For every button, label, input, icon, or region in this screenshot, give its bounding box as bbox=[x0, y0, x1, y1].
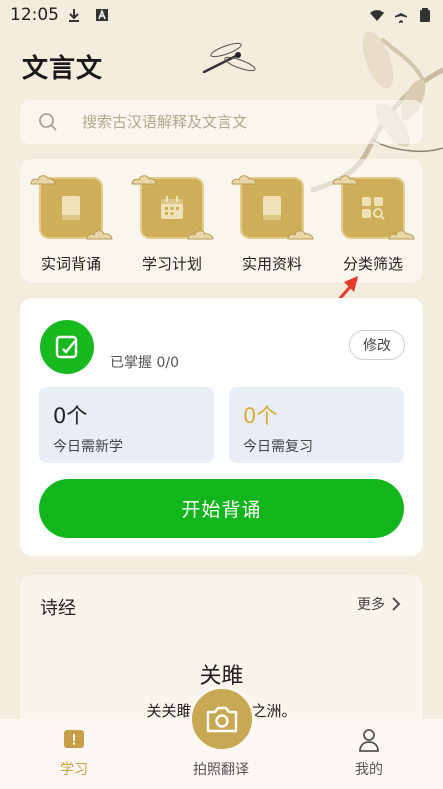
tab-photo-translate[interactable]: 拍照翻译 bbox=[181, 759, 261, 779]
cloud-decoration-icon bbox=[332, 175, 358, 185]
poem-section-title: 诗经 bbox=[40, 598, 76, 619]
new-words-stat[interactable]: 0个 今日需新学 bbox=[39, 387, 214, 463]
category-filter[interactable]: 分类筛选 bbox=[328, 175, 418, 274]
cloud-decoration-icon bbox=[231, 175, 257, 185]
category-panel: 实词背诵 学习计划 实用资料 分类筛选 bbox=[20, 159, 423, 283]
wifi-icon bbox=[370, 10, 384, 21]
new-label: 今日需新学 bbox=[53, 439, 123, 455]
book-icon bbox=[263, 196, 281, 220]
category-tile bbox=[332, 175, 415, 240]
airplane-icon bbox=[395, 8, 407, 23]
person-icon bbox=[359, 729, 379, 752]
calendar-icon bbox=[161, 196, 183, 219]
page-title: 文言文 bbox=[22, 54, 104, 84]
new-count: 0个 bbox=[53, 404, 88, 428]
review-label: 今日需复习 bbox=[243, 439, 313, 455]
search-icon bbox=[39, 113, 57, 131]
cloud-decoration-icon bbox=[30, 175, 56, 185]
category-label: 分类筛选 bbox=[342, 255, 403, 273]
review-count: 0个 bbox=[243, 404, 278, 428]
cloud-decoration-icon bbox=[287, 230, 314, 240]
mastered-count: 已掌握 0/0 bbox=[110, 355, 179, 371]
tab-mine[interactable]: 我的 bbox=[329, 727, 409, 779]
tab-study[interactable]: 学习 bbox=[34, 727, 114, 779]
edit-button[interactable]: 修改 bbox=[349, 330, 405, 360]
category-label: 学习计划 bbox=[141, 255, 202, 273]
tab-label: 拍照翻译 bbox=[193, 762, 249, 778]
book-icon bbox=[62, 196, 80, 220]
category-word-recite[interactable]: 实词背诵 bbox=[26, 175, 116, 274]
cloud-decoration-icon bbox=[131, 175, 157, 185]
grid-search-icon bbox=[362, 197, 385, 220]
cloud-decoration-icon bbox=[388, 230, 415, 240]
dragonfly-decoration bbox=[202, 42, 256, 74]
tab-label: 学习 bbox=[60, 762, 88, 778]
review-words-stat[interactable]: 0个 今日需复习 bbox=[229, 387, 404, 463]
search-input[interactable] bbox=[80, 112, 404, 132]
cloud-decoration-icon bbox=[86, 230, 113, 240]
study-card: 已掌握 0/0 修改 0个 今日需新学 0个 今日需复习 开始背诵 bbox=[20, 298, 423, 556]
category-label: 实词背诵 bbox=[40, 255, 101, 273]
search-bar[interactable] bbox=[20, 100, 423, 144]
more-label: 更多 bbox=[357, 597, 385, 613]
category-tile bbox=[231, 175, 314, 240]
status-time: 12:05 bbox=[10, 5, 59, 25]
category-practical-materials[interactable]: 实用资料 bbox=[227, 175, 317, 274]
more-link[interactable]: 更多 bbox=[357, 594, 401, 614]
chevron-right-icon bbox=[392, 597, 401, 611]
battery-icon bbox=[420, 8, 430, 22]
category-label: 实用资料 bbox=[241, 255, 302, 273]
tab-label: 我的 bbox=[355, 762, 383, 778]
category-study-plan[interactable]: 学习计划 bbox=[127, 175, 217, 274]
camera-button[interactable] bbox=[189, 686, 255, 752]
category-tile bbox=[131, 175, 214, 240]
study-book-icon bbox=[64, 730, 84, 748]
download-icon bbox=[69, 9, 79, 22]
status-bar: 12:05 bbox=[0, 0, 443, 30]
category-tile bbox=[30, 175, 113, 240]
font-app-icon bbox=[96, 9, 108, 21]
cloud-decoration-icon bbox=[187, 230, 214, 240]
camera-icon bbox=[206, 706, 238, 733]
edit-note-icon bbox=[40, 320, 94, 374]
start-recite-button[interactable]: 开始背诵 bbox=[39, 479, 404, 538]
